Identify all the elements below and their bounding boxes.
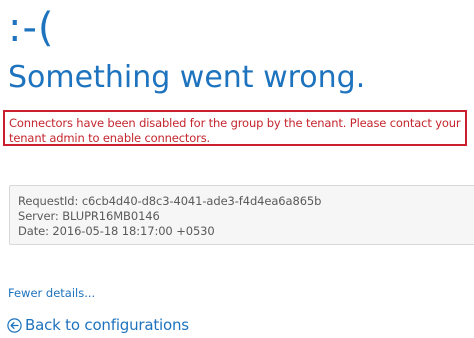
request-id-text: RequestId: c6cb4d40-d8c3-4041-ade3-f4d4e… <box>18 194 322 208</box>
error-message-box: Connectors have been disabled for the gr… <box>3 110 467 146</box>
error-details-panel: RequestId: c6cb4d40-d8c3-4041-ade3-f4d4e… <box>9 185 474 245</box>
error-headline: Something went wrong. <box>8 60 366 95</box>
error-message-line-1: Connectors have been disabled for the gr… <box>9 116 461 130</box>
error-message-line-2: tenant admin to enable connectors. <box>9 130 211 145</box>
back-to-configurations-link[interactable]: Back to configurations <box>7 314 189 336</box>
back-arrow-circle-icon <box>7 317 22 333</box>
sad-face-emoticon: :-( <box>8 5 55 51</box>
date-text: Date: 2016-05-18 18:17:00 +0530 <box>18 224 215 238</box>
fewer-details-link[interactable]: Fewer details... <box>8 286 95 300</box>
server-text: Server: BLUPR16MB0146 <box>18 209 160 223</box>
back-to-configurations-label: Back to configurations <box>25 316 189 334</box>
